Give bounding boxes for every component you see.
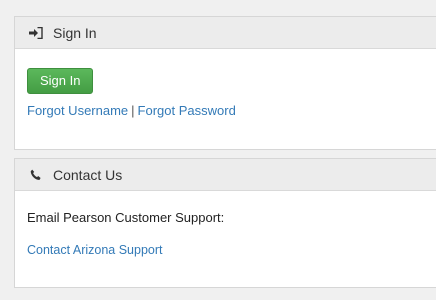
contact-arizona-support-link[interactable]: Contact Arizona Support: [27, 243, 163, 257]
sign-in-icon: [29, 26, 43, 40]
phone-icon: [29, 168, 43, 182]
forgot-username-link[interactable]: Forgot Username: [27, 103, 128, 118]
signin-panel-header: Sign In: [15, 17, 436, 49]
page: Sign In Sign In Forgot Username | Forgot P…: [0, 0, 436, 300]
signin-panel: Sign In Sign In Forgot Username | Forgot P…: [14, 16, 436, 150]
sign-in-button[interactable]: Sign In: [27, 68, 94, 94]
contact-panel-body: Email Pearson Customer Support: Contact …: [15, 191, 436, 259]
signin-panel-body: Sign In Forgot Username | Forgot Password: [15, 49, 436, 118]
forgot-links: Forgot Username | Forgot Password: [27, 103, 436, 118]
contact-panel-title: Contact Us: [53, 166, 123, 183]
contact-panel: Contact Us Email Pearson Customer Suppor…: [14, 158, 436, 288]
link-separator: |: [131, 103, 135, 118]
contact-panel-header: Contact Us: [15, 159, 436, 191]
forgot-password-link[interactable]: Forgot Password: [138, 103, 236, 118]
signin-panel-title: Sign In: [53, 24, 97, 41]
email-support-label: Email Pearson Customer Support:: [27, 210, 225, 225]
